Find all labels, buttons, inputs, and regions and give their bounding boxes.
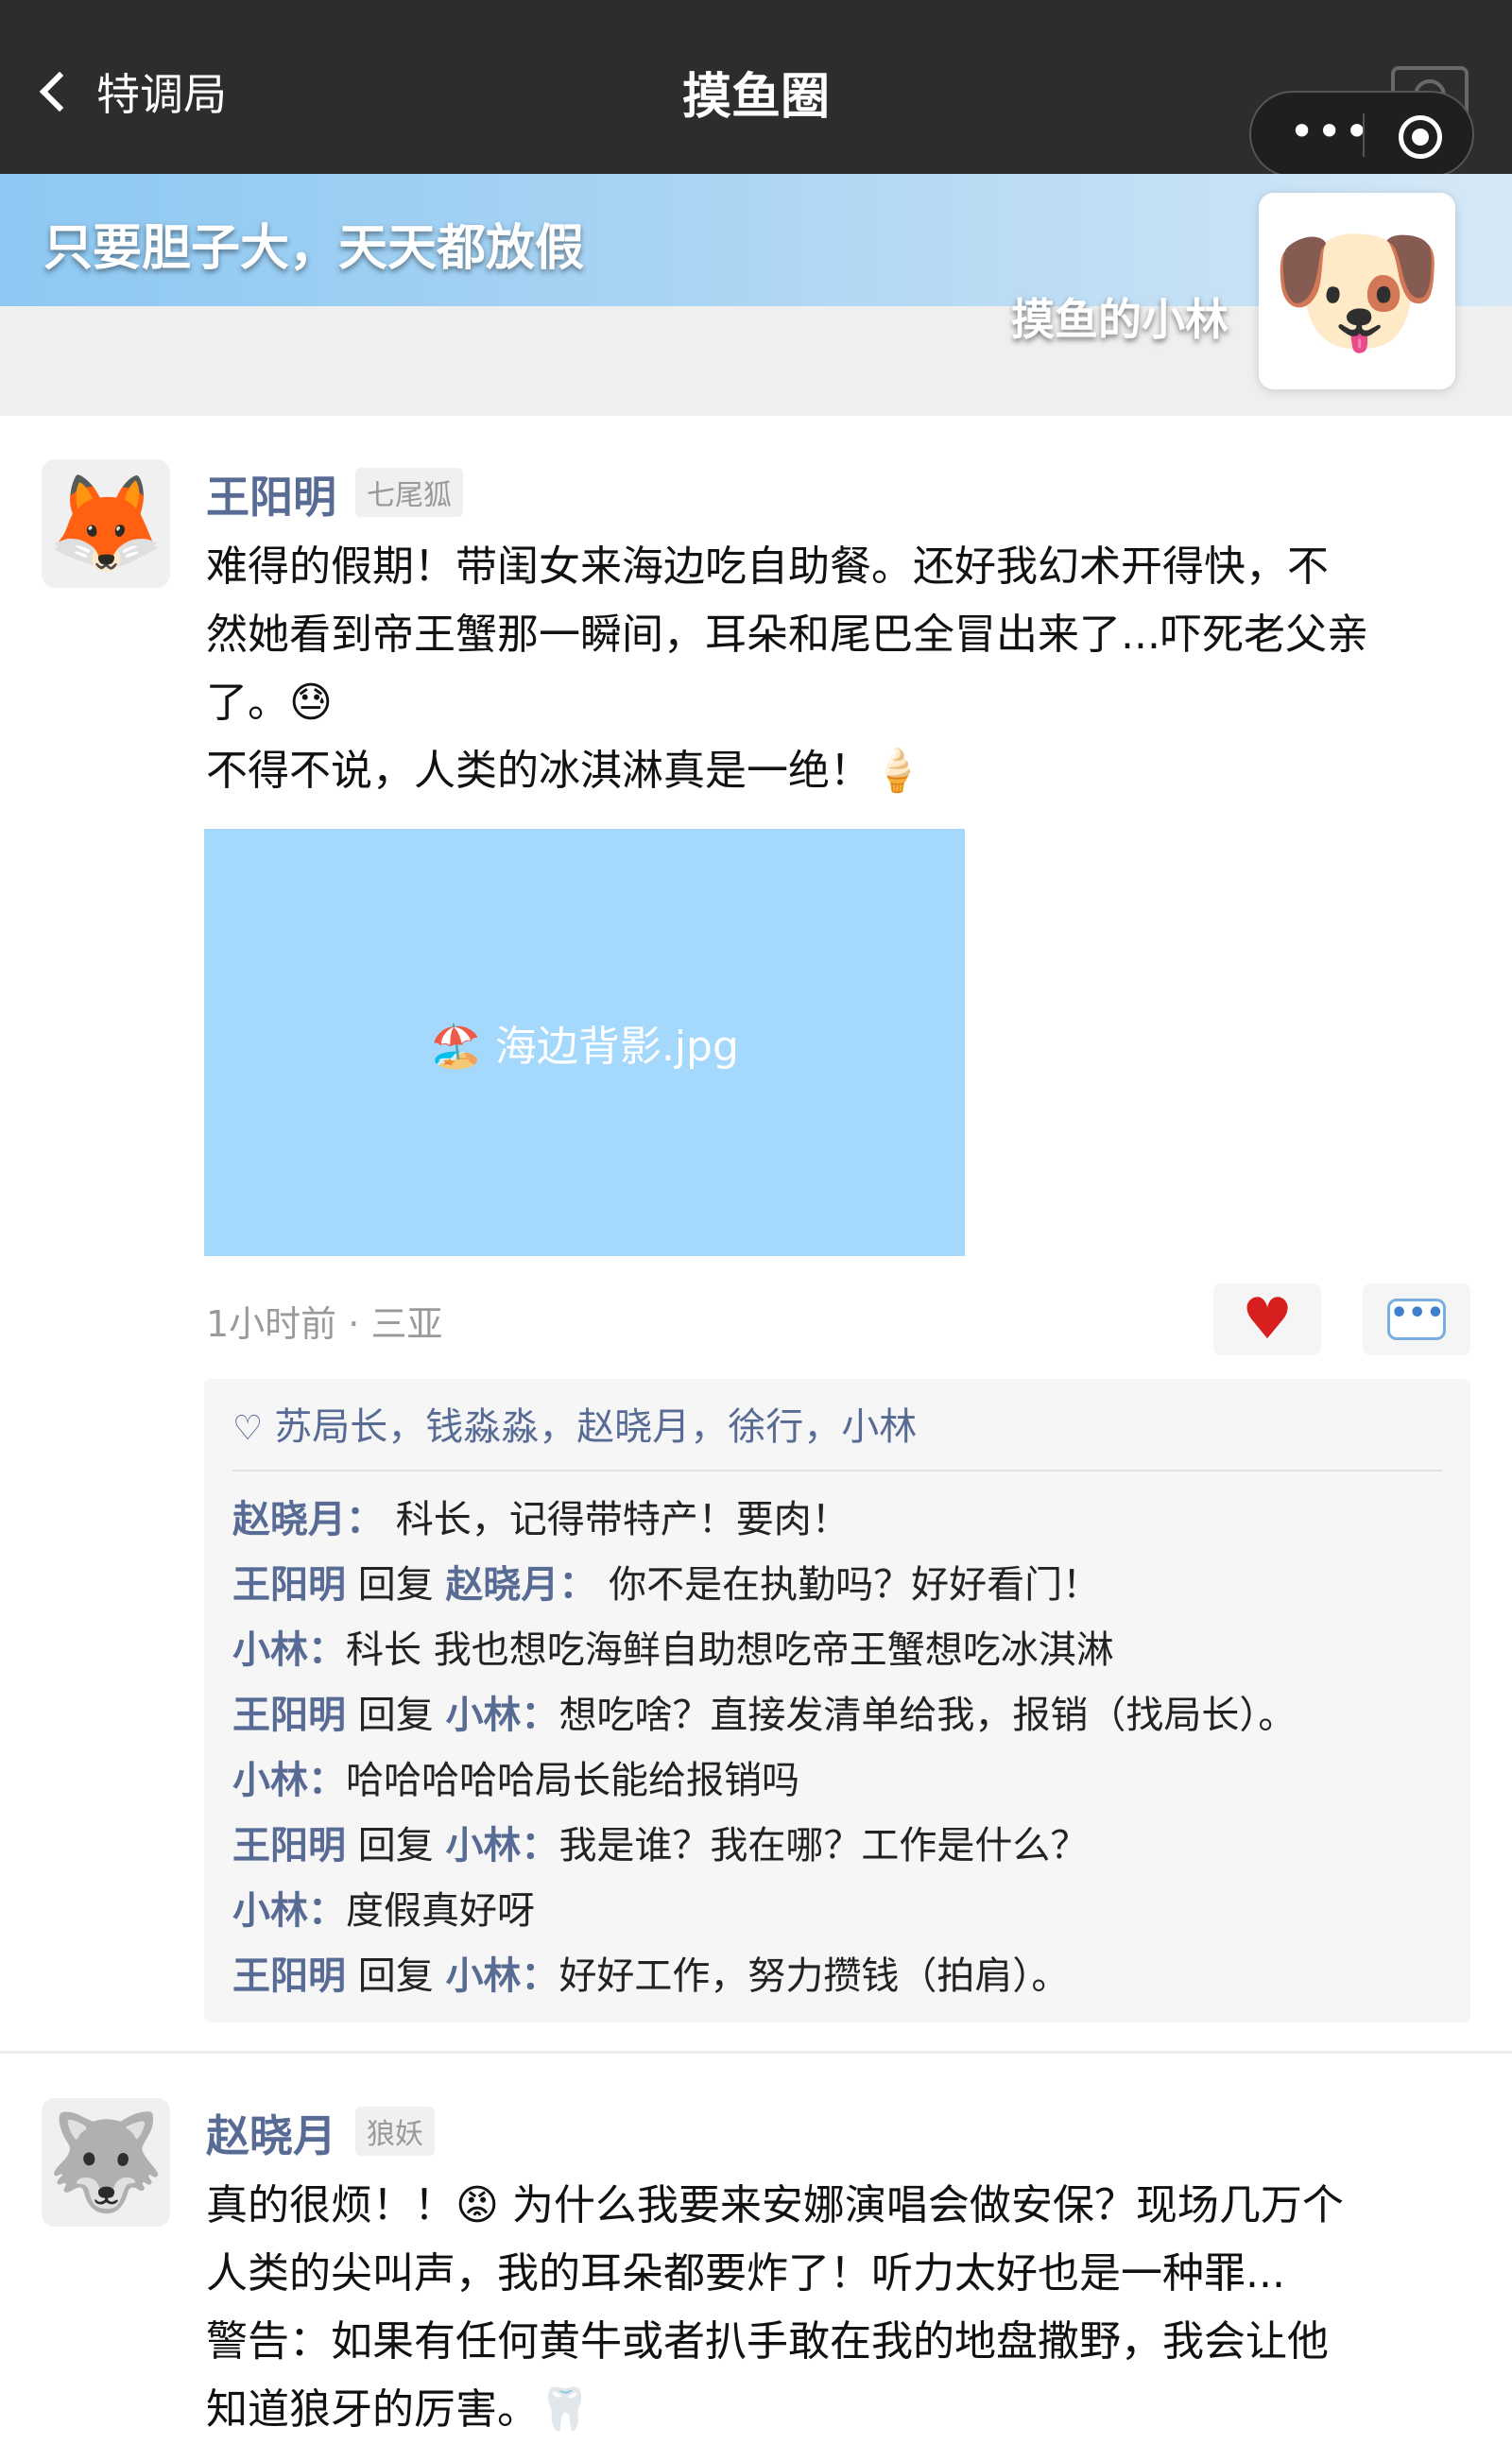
comment-text: 哈哈哈哈哈局长能给报销吗 (346, 1759, 799, 1802)
meta-dot: · (348, 1303, 371, 1345)
reply-word: 回复 (346, 1824, 446, 1867)
comment-author[interactable]: 王阳明 (232, 1563, 346, 1607)
profile-avatar[interactable]: 🐶 (1259, 193, 1455, 389)
comment-item[interactable]: 王阳明 回复 小林：好好工作，努力攒钱（拍肩）。 (232, 1945, 1452, 2000)
post-text-line: 难得的假期！带闺女来海边吃自助餐。还好我幻术开得快，不 (206, 542, 1329, 591)
reply-target[interactable]: 小林： (445, 1694, 558, 1737)
reply-target[interactable]: 小林： (445, 1954, 558, 1998)
reply-word: 回复 (346, 1694, 446, 1737)
post-divider (0, 2051, 1512, 2054)
author-tag: 七尾狐 (355, 468, 463, 517)
comment-item[interactable]: 小林：科长 我也想吃海鲜自助想吃帝王蟹想吃冰淇淋 (232, 1619, 1452, 1674)
post-text-line: 不得不说，人类的冰淇淋真是一绝！🍦 (206, 747, 923, 795)
post-image[interactable]: 🏖️ 海边背影.jpg (204, 829, 965, 1256)
image-label: 🏖️ 海边背影.jpg (430, 1023, 739, 1071)
comment-item[interactable]: 小林：度假真好呀 (232, 1880, 1452, 1935)
like-button[interactable]: ♥ (1213, 1283, 1321, 1355)
post-author[interactable]: 王阳明 (206, 463, 336, 525)
reply-word: 回复 (346, 1954, 446, 1998)
avatar[interactable]: 🐺 (42, 2098, 170, 2227)
post-text-line: 人类的尖叫声，我的耳朵都要炸了！听力太好也是一种罪... (206, 2249, 1285, 2298)
post-text-line: 然她看到帝王蟹那一瞬间，耳朵和尾巴全冒出来了...吓死老父亲 (206, 611, 1368, 659)
likes-list[interactable]: 苏局长，钱淼淼，赵晓月，徐行，小林 (274, 1405, 917, 1449)
comment-text: 你不是在执勤吗？好好看门！ (596, 1563, 1101, 1607)
target-icon[interactable] (1399, 115, 1442, 159)
comment-item[interactable]: 王阳明 回复 小林：想吃啥？直接发清单给我，报销（找局长）。 (232, 1684, 1452, 1739)
comment-item[interactable]: 小林：哈哈哈哈哈局长能给报销吗 (232, 1749, 1452, 1804)
post-text: 真的很烦！！😡 为什么我要来安娜演唱会做安保？现场几万个 人类的尖叫声，我的耳朵… (206, 2172, 1472, 2444)
comment-text: 想吃啥？直接发清单给我，报销（找局长）。 (558, 1694, 1297, 1737)
comment-item[interactable]: 王阳明 回复 赵晓月： 你不是在执勤吗？好好看门！ (232, 1554, 1452, 1609)
comment-author[interactable]: 小林： (232, 1628, 346, 1672)
divider (232, 1470, 1442, 1472)
reply-target[interactable]: 赵晓月： (445, 1563, 596, 1607)
post-location[interactable]: 三亚 (370, 1303, 442, 1345)
more-dots-icon[interactable]: ••• (1289, 110, 1371, 153)
comment-author[interactable]: 赵晓月： (232, 1498, 384, 1541)
profile-name[interactable]: 摸鱼的小林 (1011, 285, 1228, 348)
post-author[interactable]: 赵晓月 (206, 2102, 336, 2164)
comment-author[interactable]: 小林： (232, 1759, 346, 1802)
cover-slogan: 只要胆子大，天天都放假 (43, 220, 585, 277)
avatar[interactable]: 🦊 (42, 459, 170, 588)
likes-row: ♡ 苏局长，钱淼淼，赵晓月，徐行，小林 (232, 1396, 917, 1451)
comment-text: 我是谁？我在哪？工作是什么？ (558, 1824, 1089, 1867)
comment-text: 好好工作，努力攒钱（拍肩）。 (558, 1954, 1070, 1998)
comment-item[interactable]: 王阳明 回复 小林：我是谁？我在哪？工作是什么？ (232, 1815, 1452, 1869)
post-text-line: 警告：如果有任何黄牛或者扒手敢在我的地盘撒野，我会让他 (206, 2317, 1329, 2366)
capsule-divider (1363, 113, 1365, 157)
post-time: 1小时前 (206, 1303, 337, 1345)
top-nav-bar: 特调局 摸鱼圈 ••• (0, 0, 1512, 178)
comment-author[interactable]: 小林： (232, 1889, 346, 1933)
comment-author[interactable]: 王阳明 (232, 1824, 346, 1867)
post-text-line: 知道狼牙的厉害。🦷 (206, 2385, 591, 2434)
heart-outline-icon: ♡ (232, 1409, 264, 1448)
comments-panel: ♡ 苏局长，钱淼淼，赵晓月，徐行，小林 赵晓月： 科长，记得带特产！要肉！ 王阳明… (204, 1379, 1470, 2022)
comment-text: 科长，记得带特产！要肉！ (384, 1498, 850, 1541)
comment-button[interactable]: ••• (1363, 1283, 1470, 1355)
comment-author[interactable]: 王阳明 (232, 1694, 346, 1737)
mini-program-capsule: ••• (1249, 91, 1474, 178)
post-meta: 1小时前 · 三亚 (206, 1295, 442, 1347)
comment-bubble-icon: ••• (1387, 1299, 1446, 1340)
post-text: 难得的假期！带闺女来海边吃自助餐。还好我幻术开得快，不 然她看到帝王蟹那一瞬间，… (206, 533, 1472, 805)
post-text-line: 真的很烦！！😡 为什么我要来安娜演唱会做安保？现场几万个 (206, 2181, 1344, 2229)
reply-target[interactable]: 小林： (445, 1824, 558, 1867)
reply-word: 回复 (346, 1563, 446, 1607)
author-tag: 狼妖 (355, 2107, 435, 2156)
post-text-line: 了。😓 (206, 679, 333, 727)
comment-item[interactable]: 赵晓月： 科长，记得带特产！要肉！ (232, 1489, 1452, 1543)
comment-text: 科长 我也想吃海鲜自助想吃帝王蟹想吃冰淇淋 (346, 1628, 1114, 1672)
comment-text: 度假真好呀 (346, 1889, 535, 1933)
comment-author[interactable]: 王阳明 (232, 1954, 346, 1998)
heart-icon: ♥ (1242, 1286, 1293, 1352)
